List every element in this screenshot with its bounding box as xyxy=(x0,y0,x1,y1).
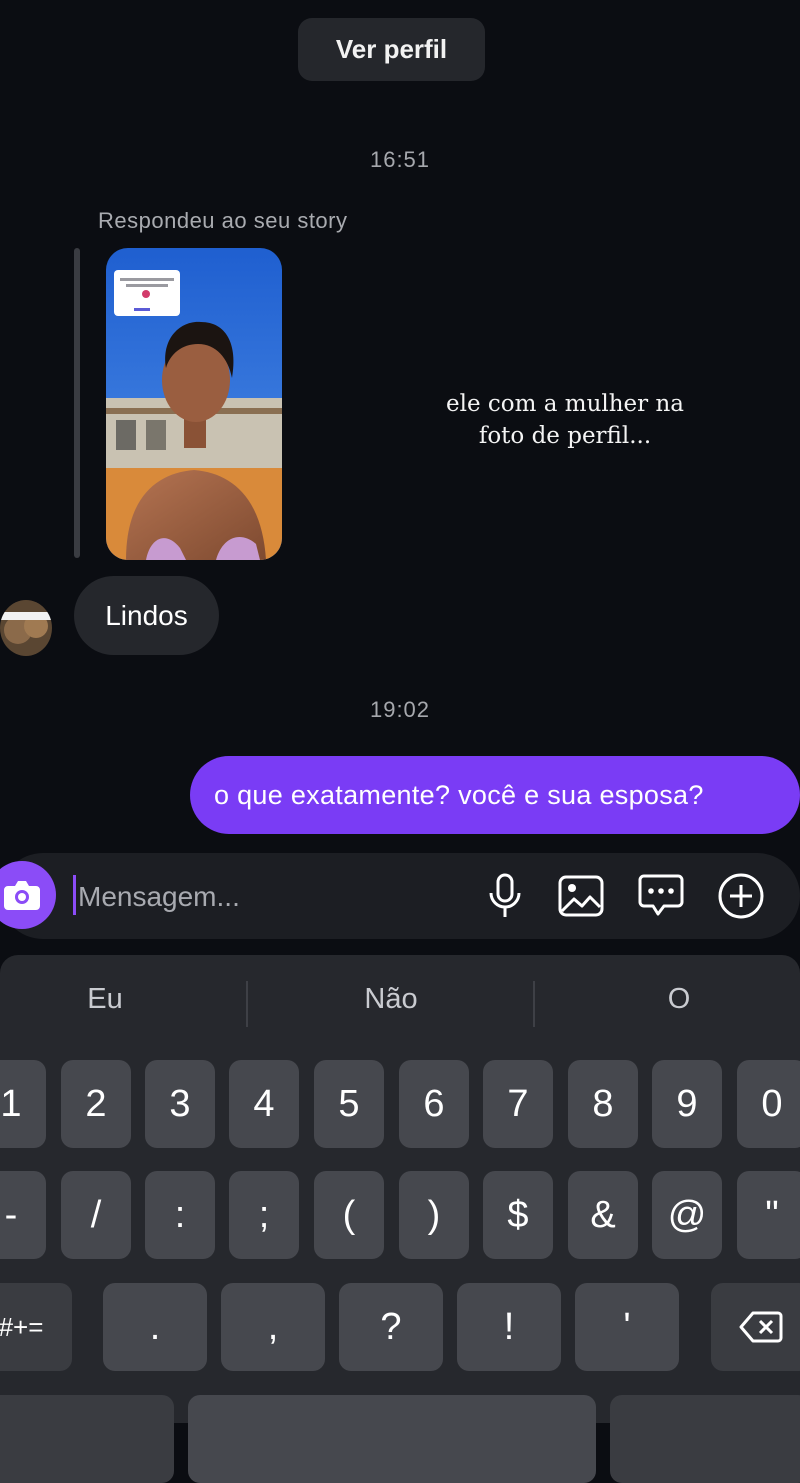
key-hyphen[interactable]: - xyxy=(0,1171,46,1259)
key-2[interactable]: 2 xyxy=(61,1060,131,1148)
key-1[interactable]: 1 xyxy=(0,1060,46,1148)
key-bottom-left[interactable] xyxy=(0,1395,174,1483)
key-9[interactable]: 9 xyxy=(652,1060,722,1148)
suggestion-divider xyxy=(533,981,535,1027)
key-exclamation[interactable]: ! xyxy=(457,1283,561,1371)
story-reply-caption: Respondeu ao seu story xyxy=(98,208,348,233)
view-profile-button[interactable]: Ver perfil xyxy=(298,18,485,81)
key-5[interactable]: 5 xyxy=(314,1060,384,1148)
key-dollar[interactable]: $ xyxy=(483,1171,553,1259)
microphone-button[interactable] xyxy=(480,871,530,921)
key-return[interactable] xyxy=(610,1395,800,1483)
key-7[interactable]: 7 xyxy=(483,1060,553,1148)
key-0[interactable]: 0 xyxy=(737,1060,800,1148)
timestamp: 16:51 xyxy=(369,147,431,172)
plus-button[interactable] xyxy=(716,871,766,921)
gallery-button[interactable] xyxy=(556,871,606,921)
story-overlay-text: ele com a mulher na foto de perfil... xyxy=(430,388,700,452)
suggestion-2[interactable]: Não xyxy=(326,983,456,1016)
key-quote[interactable]: " xyxy=(737,1171,800,1259)
message-composer xyxy=(0,853,800,939)
avatar[interactable] xyxy=(0,600,52,656)
key-semicolon[interactable]: ; xyxy=(229,1171,299,1259)
key-backspace[interactable] xyxy=(711,1283,800,1371)
key-8[interactable]: 8 xyxy=(568,1060,638,1148)
suggestion-3[interactable]: O xyxy=(614,983,744,1016)
incoming-message[interactable]: Lindos xyxy=(74,576,219,655)
key-space[interactable] xyxy=(188,1395,596,1483)
key-ampersand[interactable]: & xyxy=(568,1171,638,1259)
key-slash[interactable]: / xyxy=(61,1171,131,1259)
story-thumbnail[interactable] xyxy=(106,248,282,560)
message-input[interactable] xyxy=(76,871,460,923)
gallery-icon xyxy=(558,875,604,917)
key-6[interactable]: 6 xyxy=(399,1060,469,1148)
overlay-line-1: ele com a mulher na xyxy=(446,391,684,417)
reply-indicator-bar xyxy=(74,248,80,558)
story-image xyxy=(106,248,282,560)
key-3[interactable]: 3 xyxy=(145,1060,215,1148)
camera-icon xyxy=(4,881,40,910)
key-open-paren[interactable]: ( xyxy=(314,1171,384,1259)
key-close-paren[interactable]: ) xyxy=(399,1171,469,1259)
sticker-message-button[interactable] xyxy=(636,871,686,921)
key-4[interactable]: 4 xyxy=(229,1060,299,1148)
suggestion-divider xyxy=(246,981,248,1027)
overlay-line-2: foto de perfil... xyxy=(478,423,652,449)
keyboard: Eu Não O 1 2 3 4 5 6 7 8 9 0 - / : ; ( )… xyxy=(0,955,800,1483)
timestamp: 19:02 xyxy=(369,697,431,722)
avatar-image xyxy=(0,600,52,656)
outgoing-message[interactable]: o que exatamente? você e sua esposa? xyxy=(190,756,800,834)
backspace-icon xyxy=(739,1311,783,1343)
sticker-message-icon xyxy=(638,874,684,916)
key-question[interactable]: ? xyxy=(339,1283,443,1371)
key-symbols-toggle[interactable]: #+= xyxy=(0,1283,72,1371)
plus-circle-icon xyxy=(718,873,764,919)
key-at[interactable]: @ xyxy=(652,1171,722,1259)
key-apostrophe[interactable]: ' xyxy=(575,1283,679,1371)
key-colon[interactable]: : xyxy=(145,1171,215,1259)
suggestion-1[interactable]: Eu xyxy=(40,983,170,1016)
microphone-icon xyxy=(489,873,521,917)
chat-thread: Ver perfil 16:51 Respondeu ao seu story xyxy=(0,0,800,950)
key-period[interactable]: . xyxy=(103,1283,207,1371)
camera-button[interactable] xyxy=(0,861,56,929)
key-comma[interactable]: , xyxy=(221,1283,325,1371)
